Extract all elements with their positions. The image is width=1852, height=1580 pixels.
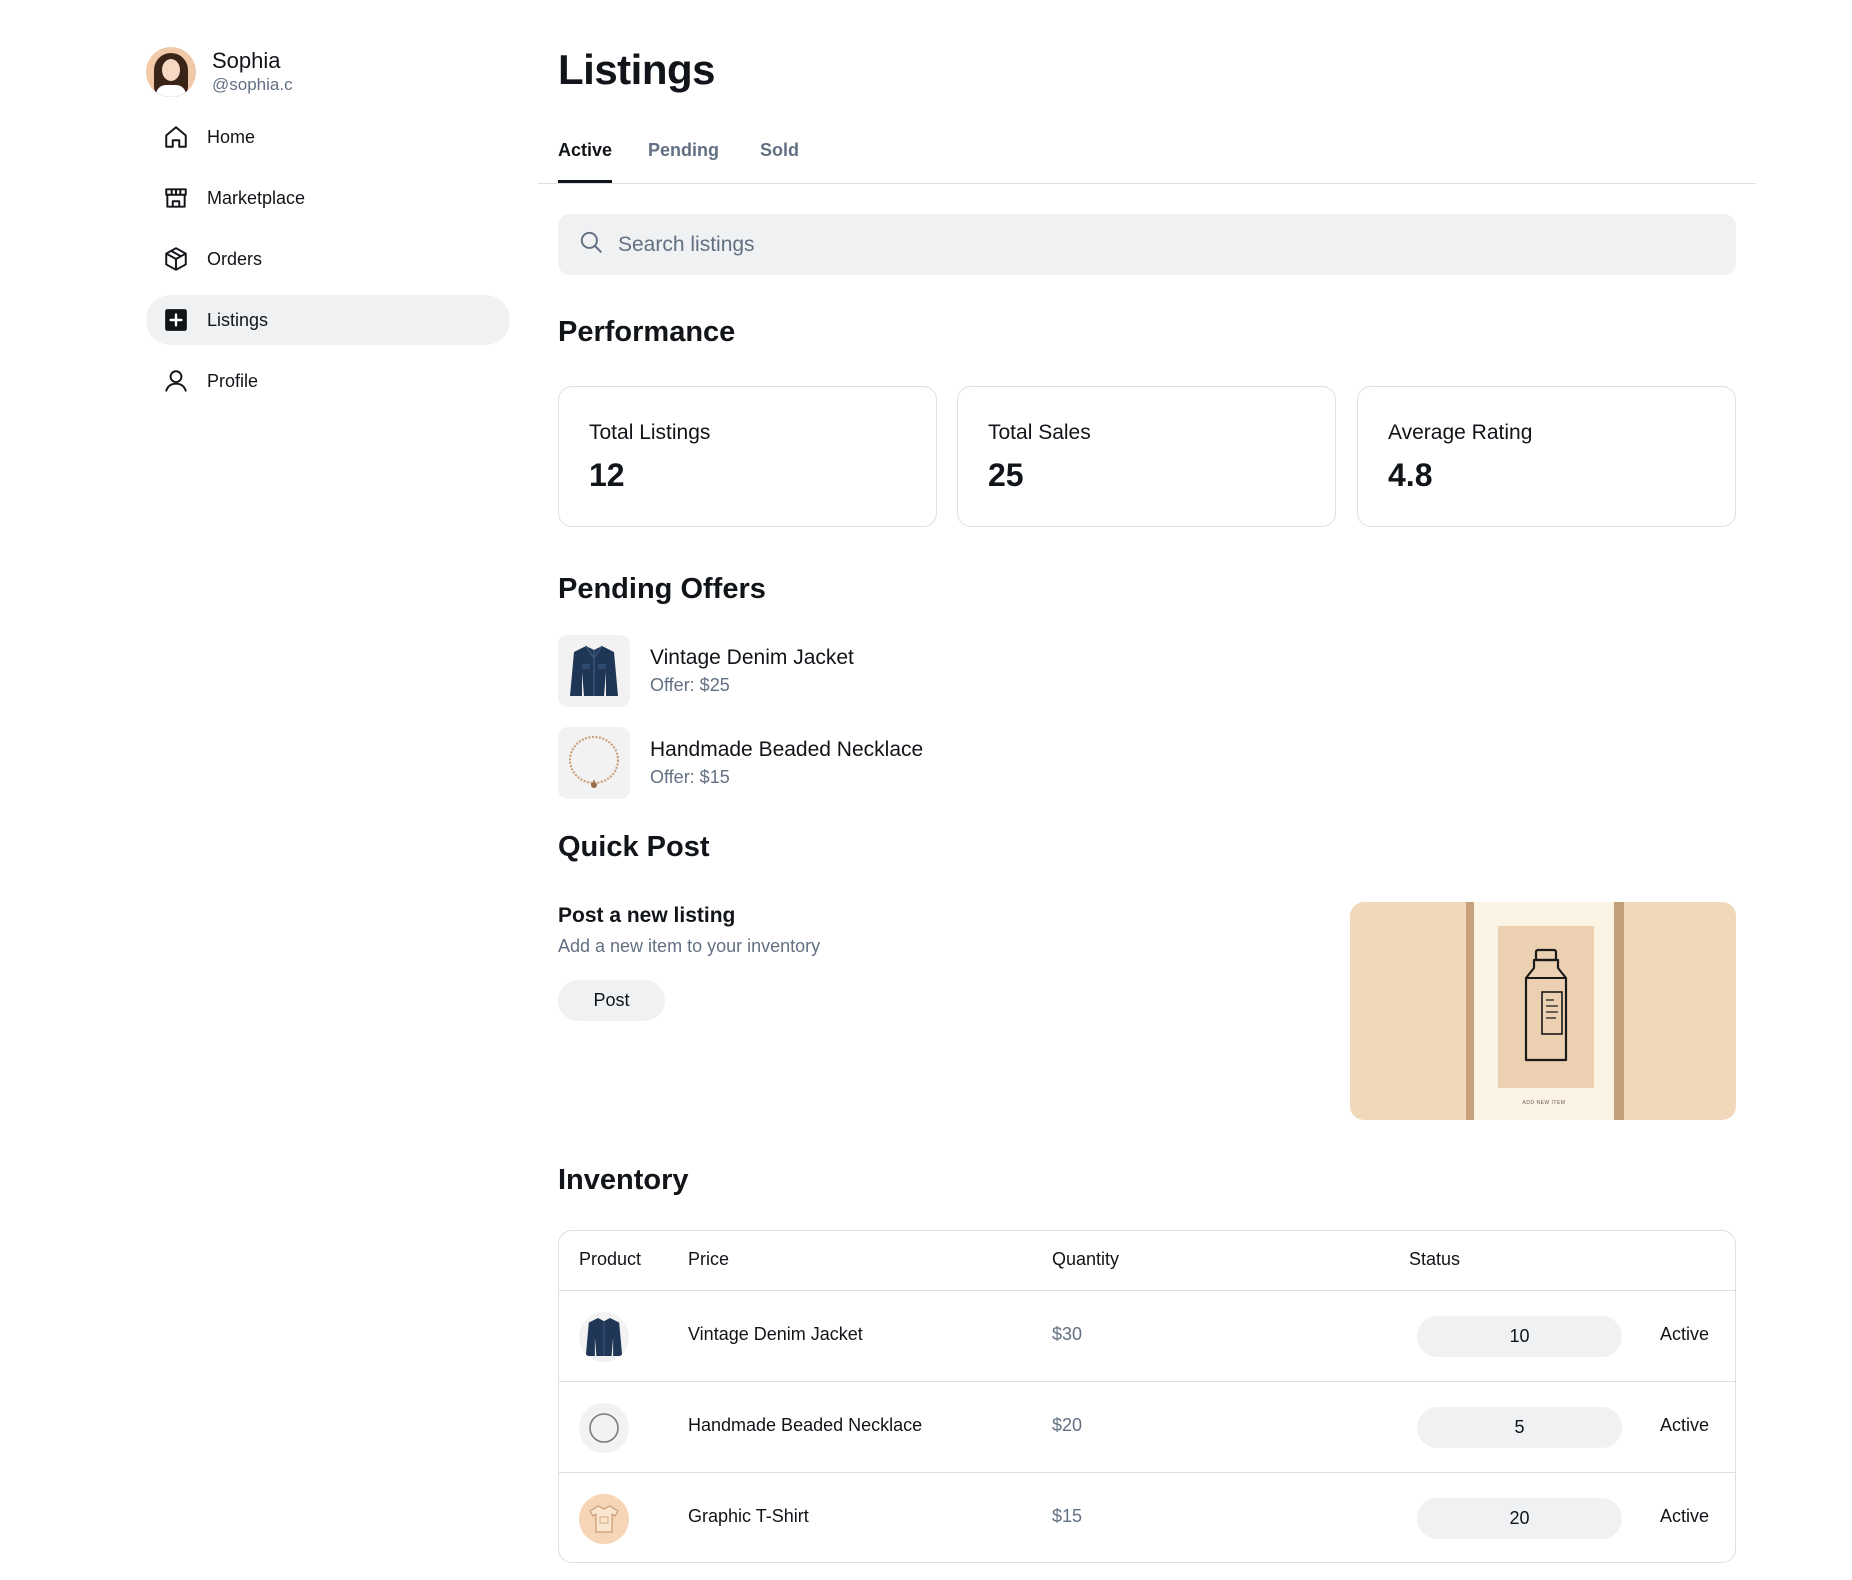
quick-post-heading: Post a new listing bbox=[558, 904, 736, 927]
sidebar-item-listings[interactable]: Listings bbox=[146, 295, 510, 345]
sidebar-item-profile[interactable]: Profile bbox=[146, 356, 510, 406]
package-icon bbox=[162, 245, 190, 273]
status-label: Active bbox=[1660, 1324, 1710, 1344]
table-row[interactable]: Graphic T-Shirt $15 20 Active bbox=[559, 1473, 1735, 1562]
offer-name: Vintage Denim Jacket bbox=[650, 646, 854, 669]
tab-bar: Active Pending Sold bbox=[538, 128, 1756, 184]
table-row[interactable]: Vintage Denim Jacket $30 10 Active bbox=[559, 1291, 1735, 1382]
stat-label: Total Listings bbox=[589, 421, 711, 444]
sidebar-item-label: Profile bbox=[207, 370, 259, 391]
table-row[interactable]: Handmade Beaded Necklace $20 5 Active bbox=[559, 1382, 1735, 1473]
table-header: Product Price Quantity Status bbox=[559, 1231, 1735, 1291]
sidebar-item-label: Listings bbox=[207, 309, 269, 330]
sidebar-item-marketplace[interactable]: Marketplace bbox=[146, 173, 510, 223]
product-price: $20 bbox=[1052, 1415, 1083, 1435]
tab-active[interactable]: Active bbox=[558, 140, 613, 183]
sidebar-nav: Home Marketplace Orders Listings Profile bbox=[146, 112, 510, 406]
quantity-field[interactable]: 10 bbox=[1417, 1316, 1622, 1357]
stat-card-total-listings: Total Listings 12 bbox=[558, 386, 937, 527]
denim-jacket-thumbnail bbox=[558, 635, 630, 707]
sidebar-item-label: Home bbox=[207, 126, 256, 147]
user-icon bbox=[162, 367, 190, 395]
stat-card-total-sales: Total Sales 25 bbox=[957, 386, 1336, 527]
denim-jacket-thumbnail bbox=[579, 1312, 629, 1362]
stat-value: 4.8 bbox=[1388, 457, 1433, 493]
product-name: Graphic T-Shirt bbox=[688, 1506, 809, 1526]
offer-item[interactable]: Handmade Beaded Necklace Offer: $15 bbox=[558, 727, 923, 799]
offer-price: Offer: $25 bbox=[650, 675, 730, 695]
offer-name: Handmade Beaded Necklace bbox=[650, 738, 924, 761]
sidebar-item-orders[interactable]: Orders bbox=[146, 234, 510, 284]
search-icon bbox=[578, 229, 604, 260]
sidebar-item-home[interactable]: Home bbox=[146, 112, 510, 162]
user-name: Sophia bbox=[212, 48, 281, 73]
stat-label: Average Rating bbox=[1388, 421, 1533, 444]
user-handle: @sophia.c bbox=[212, 75, 293, 94]
post-button[interactable]: Post bbox=[558, 980, 665, 1021]
product-price: $15 bbox=[1052, 1506, 1083, 1526]
home-icon bbox=[162, 123, 190, 151]
avatar bbox=[146, 47, 196, 97]
necklace-thumbnail bbox=[558, 727, 630, 799]
tab-sold[interactable]: Sold bbox=[760, 140, 799, 183]
search-bar[interactable] bbox=[558, 214, 1736, 275]
store-icon bbox=[162, 184, 190, 212]
stat-value: 25 bbox=[988, 457, 1024, 493]
inventory-table: Product Price Quantity Status Vintage De… bbox=[558, 1230, 1736, 1563]
stat-value: 12 bbox=[589, 457, 625, 493]
quick-post-illustration: ADD NEW ITEM bbox=[1350, 902, 1736, 1120]
t-shirt-thumbnail bbox=[579, 1494, 629, 1544]
bottle-icon bbox=[1524, 948, 1568, 1062]
tab-pending[interactable]: Pending bbox=[648, 140, 719, 183]
performance-title: Performance bbox=[558, 316, 736, 348]
necklace-thumbnail bbox=[579, 1403, 629, 1453]
sidebar: Sophia @sophia.c Home Marketplace Orders bbox=[146, 44, 510, 417]
column-header-price: Price bbox=[688, 1249, 730, 1269]
stat-card-average-rating: Average Rating 4.8 bbox=[1357, 386, 1736, 527]
sidebar-item-label: Marketplace bbox=[207, 187, 306, 208]
quantity-field[interactable]: 5 bbox=[1417, 1407, 1622, 1448]
sidebar-item-label: Orders bbox=[207, 248, 263, 269]
product-price: $30 bbox=[1052, 1324, 1083, 1344]
product-name: Handmade Beaded Necklace bbox=[688, 1415, 923, 1435]
quantity-field[interactable]: 20 bbox=[1417, 1498, 1622, 1539]
offer-price: Offer: $15 bbox=[650, 767, 730, 787]
offer-item[interactable]: Vintage Denim Jacket Offer: $25 bbox=[558, 635, 854, 707]
quick-post-subtitle: Add a new item to your inventory bbox=[558, 936, 821, 956]
status-label: Active bbox=[1660, 1506, 1710, 1526]
pending-offers-title: Pending Offers bbox=[558, 573, 766, 605]
quick-post-title: Quick Post bbox=[558, 831, 710, 863]
plus-square-icon bbox=[162, 306, 190, 334]
column-header-status: Status bbox=[1409, 1249, 1461, 1269]
stat-label: Total Sales bbox=[988, 421, 1091, 444]
user-profile[interactable]: Sophia @sophia.c bbox=[146, 44, 510, 100]
column-header-quantity: Quantity bbox=[1052, 1249, 1120, 1269]
inventory-title: Inventory bbox=[558, 1164, 689, 1196]
column-header-product: Product bbox=[579, 1249, 642, 1269]
page-title: Listings bbox=[558, 46, 716, 93]
search-input[interactable] bbox=[618, 232, 1718, 257]
status-label: Active bbox=[1660, 1415, 1710, 1435]
product-name: Vintage Denim Jacket bbox=[688, 1324, 863, 1344]
illustration-caption: ADD NEW ITEM bbox=[1522, 1100, 1566, 1106]
